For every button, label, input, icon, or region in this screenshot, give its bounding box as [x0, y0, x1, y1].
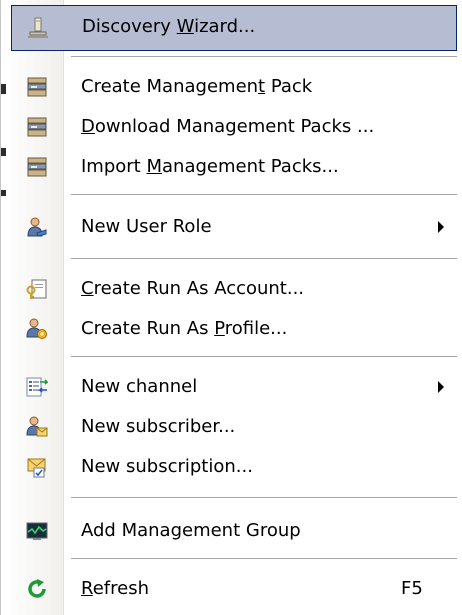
- menu-item-add-management-group[interactable]: Add Management Group: [11, 511, 457, 551]
- menu-item-label: New channel: [81, 376, 198, 397]
- submenu-arrow-icon: [438, 221, 444, 233]
- refresh-icon: [26, 578, 48, 600]
- context-menu: Discovery Wizard... Create Management Pa…: [0, 0, 462, 615]
- user-role-icon: [26, 216, 48, 238]
- management-pack-icon: [26, 116, 48, 138]
- subscriber-icon: [26, 416, 48, 438]
- menu-item-new-user-role[interactable]: New User Role: [11, 207, 457, 247]
- menu-item-refresh[interactable]: Refresh F5: [11, 569, 457, 609]
- menu-item-discovery-wizard[interactable]: Discovery Wizard...: [11, 5, 457, 51]
- left-edge-mark: [1, 148, 6, 156]
- menu-item-label: Download Management Packs ...: [81, 116, 375, 137]
- menu-item-create-management-pack[interactable]: Create Management Pack: [11, 67, 457, 107]
- menu-item-label: Create Run As Profile...: [81, 318, 288, 339]
- menu-item-label: Create Management Pack: [81, 76, 313, 97]
- menu-item-label: Discovery Wizard...: [82, 16, 256, 37]
- menu-item-label: Refresh: [81, 578, 149, 599]
- menu-separator: [71, 194, 457, 196]
- run-as-account-icon: [26, 278, 48, 300]
- menu-separator: [71, 258, 457, 260]
- menu-separator: [71, 56, 457, 58]
- menu-item-download-management-packs[interactable]: Download Management Packs ...: [11, 107, 457, 147]
- left-edge-mark: [1, 190, 6, 196]
- menu-item-label: New User Role: [81, 216, 212, 237]
- menu-separator: [71, 558, 457, 560]
- subscription-icon: [26, 456, 48, 478]
- discovery-wizard-icon: [27, 17, 49, 39]
- menu-item-label: Create Run As Account...: [81, 278, 305, 299]
- run-as-profile-icon: [26, 318, 48, 340]
- menu-item-label: New subscription...: [81, 456, 253, 477]
- submenu-arrow-icon: [438, 381, 444, 393]
- menu-item-label: New subscriber...: [81, 416, 236, 437]
- menu-separator: [71, 356, 457, 358]
- left-edge-mark: [1, 84, 6, 94]
- menu-item-new-subscription[interactable]: New subscription...: [11, 447, 457, 487]
- menu-item-create-run-as-account[interactable]: Create Run As Account...: [11, 269, 457, 309]
- menu-separator: [71, 497, 457, 499]
- menu-item-create-run-as-profile[interactable]: Create Run As Profile...: [11, 309, 457, 349]
- management-pack-icon: [26, 76, 48, 98]
- menu-item-new-channel[interactable]: New channel: [11, 367, 457, 407]
- shortcut-label: F5: [401, 578, 423, 599]
- management-pack-icon: [26, 156, 48, 178]
- menu-item-label: Import Management Packs...: [81, 156, 339, 177]
- channel-icon: [26, 376, 49, 398]
- menu-item-label: Add Management Group: [81, 520, 301, 541]
- menu-item-new-subscriber[interactable]: New subscriber...: [11, 407, 457, 447]
- management-group-icon: [26, 520, 48, 542]
- menu-item-import-management-packs[interactable]: Import Management Packs...: [11, 147, 457, 187]
